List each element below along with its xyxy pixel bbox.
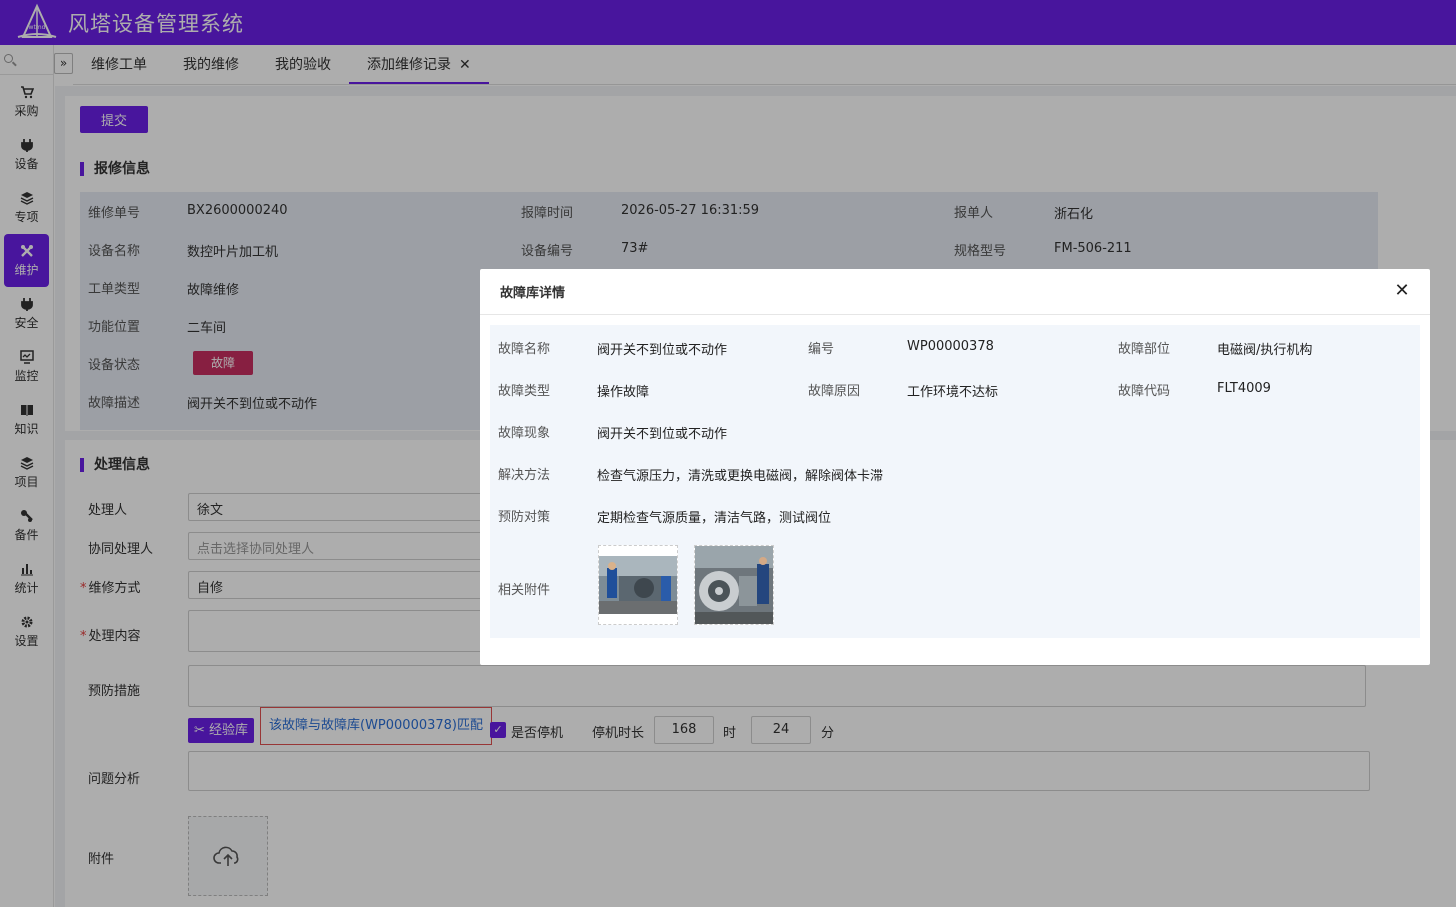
code-label: 编号 <box>808 342 835 357</box>
solution-label: 解决方法 <box>498 468 551 483</box>
type-value: 操作故障 <box>597 385 650 400</box>
type-label: 故障类型 <box>498 384 551 399</box>
phenomenon-value: 阀开关不到位或不动作 <box>597 427 728 442</box>
phenomenon-label: 故障现象 <box>498 426 551 441</box>
modal-detail-grid: 故障名称 阀开关不到位或不动作 编号 WP00000378 故障部位 电磁阀/执… <box>490 325 1420 638</box>
part-value: 电磁阀/执行机构 <box>1217 343 1313 358</box>
fault-name-value: 阀开关不到位或不动作 <box>597 343 728 358</box>
prevention-value: 定期检查气源质量，清洁气路，测试阀位 <box>597 511 832 526</box>
attachment-photo-icon <box>695 546 773 624</box>
attachment-thumbnail[interactable] <box>694 545 774 625</box>
code-value: WP00000378 <box>907 339 994 354</box>
cause-label: 故障原因 <box>808 384 861 399</box>
fault-code-value: FLT4009 <box>1217 381 1271 396</box>
cause-value: 工作环境不达标 <box>907 385 999 400</box>
prevention-label: 预防对策 <box>498 510 551 525</box>
fault-library-modal: 故障库详情 ✕ 故障名称 阀开关不到位或不动作 编号 WP00000378 故障… <box>480 269 1430 665</box>
fault-name-label: 故障名称 <box>498 342 551 357</box>
close-icon[interactable]: ✕ <box>1392 281 1412 301</box>
attach-label: 相关附件 <box>498 583 551 598</box>
modal-title: 故障库详情 <box>480 269 1430 315</box>
attachment-thumbnail[interactable] <box>598 545 678 625</box>
part-label: 故障部位 <box>1118 342 1171 357</box>
attachment-photo-icon <box>599 556 677 614</box>
fault-code-label: 故障代码 <box>1118 384 1171 399</box>
solution-value: 检查气源压力，清洗或更换电磁阀，解除阀体卡滞 <box>597 469 884 484</box>
